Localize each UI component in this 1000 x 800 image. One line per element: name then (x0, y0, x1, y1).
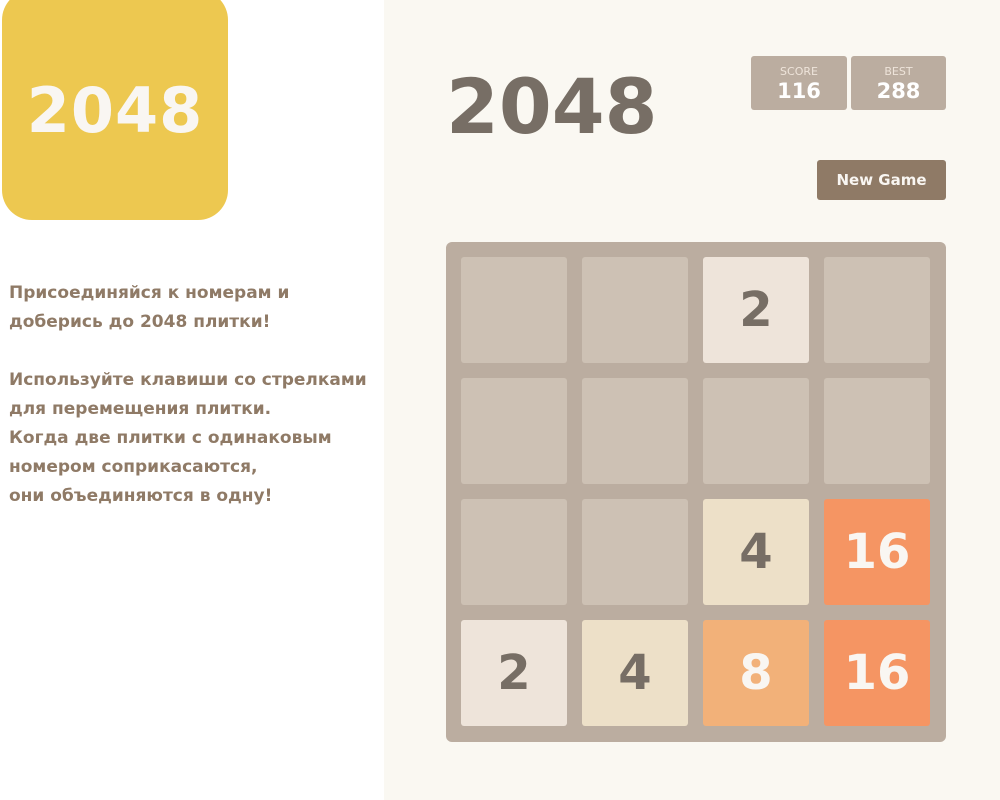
empty-cell (461, 257, 567, 363)
empty-cell (824, 257, 930, 363)
new-game-button[interactable]: New Game (817, 160, 946, 200)
empty-cell (582, 378, 688, 484)
instructions-line: номером соприкасаются, (9, 457, 258, 477)
instructions-line: Когда две плитки с одинаковым (9, 428, 332, 448)
empty-cell (461, 378, 567, 484)
tile-2: 2 (703, 257, 809, 363)
best-label: BEST (884, 65, 913, 78)
tile-16: 16 (824, 620, 930, 726)
empty-cell (703, 378, 809, 484)
intro-line: доберись до 2048 плитки! (9, 312, 271, 332)
instructions-line: Используйте клавиши со стрелками (9, 370, 367, 390)
tile-4: 4 (582, 620, 688, 726)
instructions-line: для перемещения плитки. (9, 399, 272, 419)
empty-cell (824, 378, 930, 484)
logo-text: 2048 (26, 73, 204, 147)
app-logo: 2048 (2, 0, 228, 220)
empty-cell (582, 257, 688, 363)
instructions-line: они объединяются в одну! (9, 486, 273, 506)
best-value: 288 (876, 79, 921, 103)
promo-panel: 2048 Присоединяйся к номерам и доберись … (0, 0, 384, 800)
intro-line: Присоединяйся к номерам и (9, 283, 290, 303)
tile-4: 4 (703, 499, 809, 605)
game-panel: 2048 SCORE 116 BEST 288 New Game 2 4 16 … (384, 0, 1000, 800)
empty-cell (582, 499, 688, 605)
tile-2: 2 (461, 620, 567, 726)
score-value: 116 (777, 79, 821, 103)
tile-8: 8 (703, 620, 809, 726)
score-label: SCORE (780, 65, 818, 78)
score-box: SCORE 116 (751, 56, 847, 110)
tile-16: 16 (824, 499, 930, 605)
best-score-box: BEST 288 (851, 56, 946, 110)
game-board[interactable]: 2 4 16 2 4 8 16 (446, 242, 946, 742)
empty-cell (461, 499, 567, 605)
intro-text: Присоединяйся к номерам и доберись до 20… (9, 279, 389, 511)
game-title: 2048 (446, 62, 658, 151)
